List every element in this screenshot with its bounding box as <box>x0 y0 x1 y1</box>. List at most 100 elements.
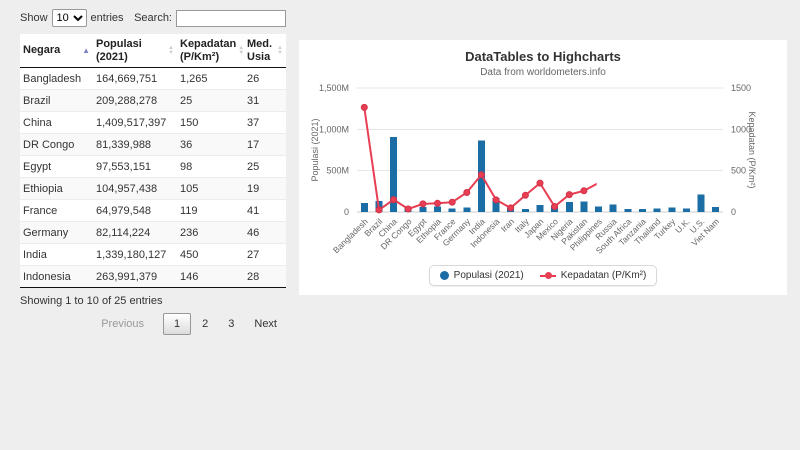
column-header-med-usia[interactable]: Med. Usia ▲ ▼ <box>244 34 286 69</box>
table-cell: Germany <box>20 221 93 244</box>
bar-Bangladesh[interactable] <box>360 203 368 212</box>
table-cell: Indonesia <box>20 265 93 288</box>
table-cell: 17 <box>244 133 286 156</box>
table-cell: 41 <box>244 199 286 222</box>
line-marker-India[interactable] <box>477 171 485 179</box>
table-cell: 236 <box>177 221 244 244</box>
bar-Philippines[interactable] <box>595 206 603 212</box>
bar-France[interactable] <box>448 208 456 213</box>
search-label: Search: <box>134 12 172 24</box>
table-cell: Egypt <box>20 155 93 178</box>
x-axis-label-Bangladesh: Bangladesh <box>331 216 370 255</box>
pagination: Previous 1 2 3 Next <box>20 313 286 337</box>
line-marker-Japan[interactable] <box>536 179 544 187</box>
bar-Pakistan[interactable] <box>580 201 588 213</box>
table-cell: 27 <box>244 243 286 266</box>
legend-bar-marker-icon <box>439 271 449 280</box>
page-length-control: Show 10 entries <box>20 9 124 27</box>
bar-Ethiopia[interactable] <box>434 206 441 212</box>
legend-label: Populasi (2021) <box>453 270 524 281</box>
bar-U.K.[interactable] <box>682 208 690 213</box>
bar-Viet Nam[interactable] <box>712 206 720 212</box>
table-row[interactable]: Ethiopia 104,957,438 105 19 <box>20 177 286 200</box>
page-button-3[interactable]: 3 <box>219 313 243 335</box>
line-marker-Nigeria[interactable] <box>565 191 573 199</box>
table-row[interactable]: Egypt 97,553,151 98 25 <box>20 155 286 178</box>
datatable-panel: Show 10 entries Search: Negara ▲ Populasi … <box>20 8 286 337</box>
table-cell: 81,339,988 <box>93 133 177 156</box>
line-marker-DR Congo[interactable] <box>404 205 412 213</box>
table-row[interactable]: China 1,409,517,397 150 37 <box>20 111 286 134</box>
table-cell: Brazil <box>20 89 93 112</box>
table-cell: 164,669,751 <box>96 73 158 86</box>
previous-page-button[interactable]: Previous <box>92 313 153 335</box>
sort-both-icon: ▲ ▼ <box>277 44 283 56</box>
line-marker-Brazil[interactable] <box>375 206 383 214</box>
table-cell: 19 <box>244 177 286 200</box>
table-cell: Ethiopia <box>20 177 93 200</box>
column-header-kepadatan-p-km[interactable]: Kepadatan (P/Km²) ▲ ▼ <box>177 34 244 69</box>
table-cell: 1,409,517,397 <box>93 111 177 134</box>
table-cell: 26 <box>247 73 260 86</box>
table-cell: India <box>20 243 93 266</box>
line-marker-Ethiopia[interactable] <box>434 199 441 207</box>
legend-item-populasi[interactable]: Populasi (2021) <box>439 270 524 281</box>
bar-Nigeria[interactable] <box>565 201 573 212</box>
next-page-button[interactable]: Next <box>245 313 286 335</box>
line-marker-France[interactable] <box>448 198 456 206</box>
y-axis-left-label: 1,000M <box>319 124 349 134</box>
line-marker-Egypt[interactable] <box>419 200 427 208</box>
line-marker-Pakistan[interactable] <box>580 187 588 195</box>
line-marker-Germany[interactable] <box>463 189 471 196</box>
search-control: Search: <box>134 9 286 27</box>
bar-U.S.[interactable] <box>697 194 705 212</box>
legend-item-kepadatan[interactable]: Kepadatan (P/Km²) <box>539 270 646 281</box>
y-axis-left-title: Populasi (2021) <box>310 118 320 181</box>
line-marker-Bangladesh[interactable] <box>360 103 368 111</box>
table-cell: 31 <box>244 89 286 112</box>
table-cell: 28 <box>244 265 286 288</box>
line-marker-Italy[interactable] <box>521 191 529 199</box>
table-cell: 1,339,180,127 <box>93 243 177 266</box>
line-marker-Mexico[interactable] <box>551 203 559 210</box>
table-cell: 98 <box>177 155 244 178</box>
table-row[interactable]: Germany 82,114,224 236 46 <box>20 221 286 244</box>
table-row[interactable]: Brazil 209,288,278 25 31 <box>20 89 286 112</box>
line-marker-Indonesia[interactable] <box>492 196 500 204</box>
table-row[interactable]: India 1,339,180,127 450 27 <box>20 243 286 266</box>
bar-Tanzania[interactable] <box>639 208 646 212</box>
table-info: Showing 1 to 10 of 25 entries <box>20 295 163 308</box>
column-header-negara[interactable]: Negara ▲ <box>20 34 93 69</box>
y-axis-right-label: 500 <box>731 166 746 176</box>
bar-Japan[interactable] <box>536 205 544 212</box>
column-header-populasi-2021[interactable]: Populasi (2021) ▲ ▼ <box>93 34 177 69</box>
search-input[interactable] <box>176 9 286 27</box>
bar-Thailand[interactable] <box>653 208 661 212</box>
table-cell: 46 <box>244 221 286 244</box>
page-length-select[interactable]: 10 <box>51 9 87 27</box>
chart-plot: 0 0500M 5001,000M 10001,500M 1500Populasi (2… <box>310 83 757 256</box>
bar-Germany[interactable] <box>463 207 471 212</box>
line-series-kepadatan <box>363 107 597 212</box>
table-row[interactable]: France 64,979,548 119 41 <box>20 199 286 222</box>
table-cell: 36 <box>177 133 244 156</box>
line-marker-China[interactable] <box>390 196 398 204</box>
table-cell: 104,957,438 <box>93 177 177 200</box>
table-cell: France <box>20 199 93 222</box>
bar-Russia[interactable] <box>609 204 617 212</box>
y-axis-left-label: 1,500M <box>319 83 349 93</box>
table-header: Negara ▲ Populasi (2021) ▲ ▼ Kepadatan (P/Km²… <box>20 34 286 69</box>
table-row[interactable]: Indonesia 263,991,379 146 28 <box>20 265 286 288</box>
y-axis-right-title: Kepadatan (P/Km²) <box>747 111 757 188</box>
bar-South Africa[interactable] <box>624 209 632 212</box>
bar-Egypt[interactable] <box>419 206 427 212</box>
page-button-2[interactable]: 2 <box>193 313 217 335</box>
line-marker-Iran[interactable] <box>507 204 515 212</box>
bar-Turkey[interactable] <box>668 207 676 212</box>
table-row[interactable]: DR Congo 81,339,988 36 17 <box>20 133 286 156</box>
data-table: Negara ▲ Populasi (2021) ▲ ▼ Kepadatan (P/Km²… <box>20 34 286 289</box>
table-row[interactable]: Bangladesh 164,669,751 1,265 26 <box>20 68 286 90</box>
page-button-1[interactable]: 1 <box>163 313 192 336</box>
entries-label: entries <box>90 12 124 24</box>
bar-Italy[interactable] <box>521 208 529 212</box>
